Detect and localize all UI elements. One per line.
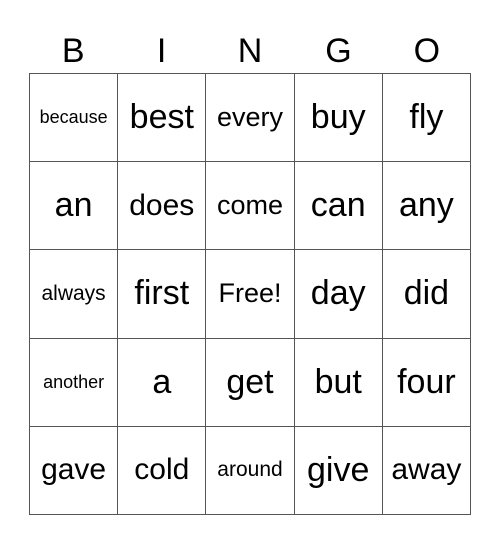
free-space-cell[interactable]: Free!	[206, 250, 295, 339]
bingo-cell[interactable]: can	[294, 162, 383, 251]
bingo-cell[interactable]: best	[118, 74, 207, 163]
bingo-cell[interactable]: did	[382, 250, 471, 339]
header-letter-g: G	[325, 32, 352, 70]
bingo-cell[interactable]: give	[294, 426, 383, 515]
bingo-cell[interactable]: another	[30, 338, 119, 427]
bingo-grid: because best every buy fly an does come …	[29, 73, 471, 515]
bingo-cell[interactable]: day	[294, 250, 383, 339]
bingo-cell[interactable]: a	[118, 338, 207, 427]
header-letter-o: O	[413, 32, 441, 70]
header-letter-i: I	[156, 32, 167, 70]
bingo-cell[interactable]: every	[206, 74, 295, 163]
bingo-cell[interactable]: fly	[382, 74, 471, 163]
bingo-cell[interactable]: around	[206, 426, 295, 515]
bingo-cell[interactable]: an	[30, 162, 119, 251]
bingo-header: B I N G O	[29, 30, 471, 72]
header-letter-n: N	[237, 32, 263, 70]
bingo-cell[interactable]: four	[382, 338, 471, 427]
bingo-cell[interactable]: because	[30, 74, 119, 163]
bingo-cell[interactable]: come	[206, 162, 295, 251]
bingo-cell[interactable]: gave	[30, 426, 119, 515]
bingo-cell[interactable]: cold	[118, 426, 207, 515]
bingo-cell[interactable]: get	[206, 338, 295, 427]
bingo-cell[interactable]: but	[294, 338, 383, 427]
bingo-cell[interactable]: always	[30, 250, 119, 339]
bingo-cell[interactable]: buy	[294, 74, 383, 163]
bingo-cell[interactable]: does	[118, 162, 207, 251]
header-letter-b: B	[61, 32, 85, 70]
bingo-cell[interactable]: first	[118, 250, 207, 339]
bingo-cell[interactable]: away	[382, 426, 471, 515]
bingo-cell[interactable]: any	[382, 162, 471, 251]
